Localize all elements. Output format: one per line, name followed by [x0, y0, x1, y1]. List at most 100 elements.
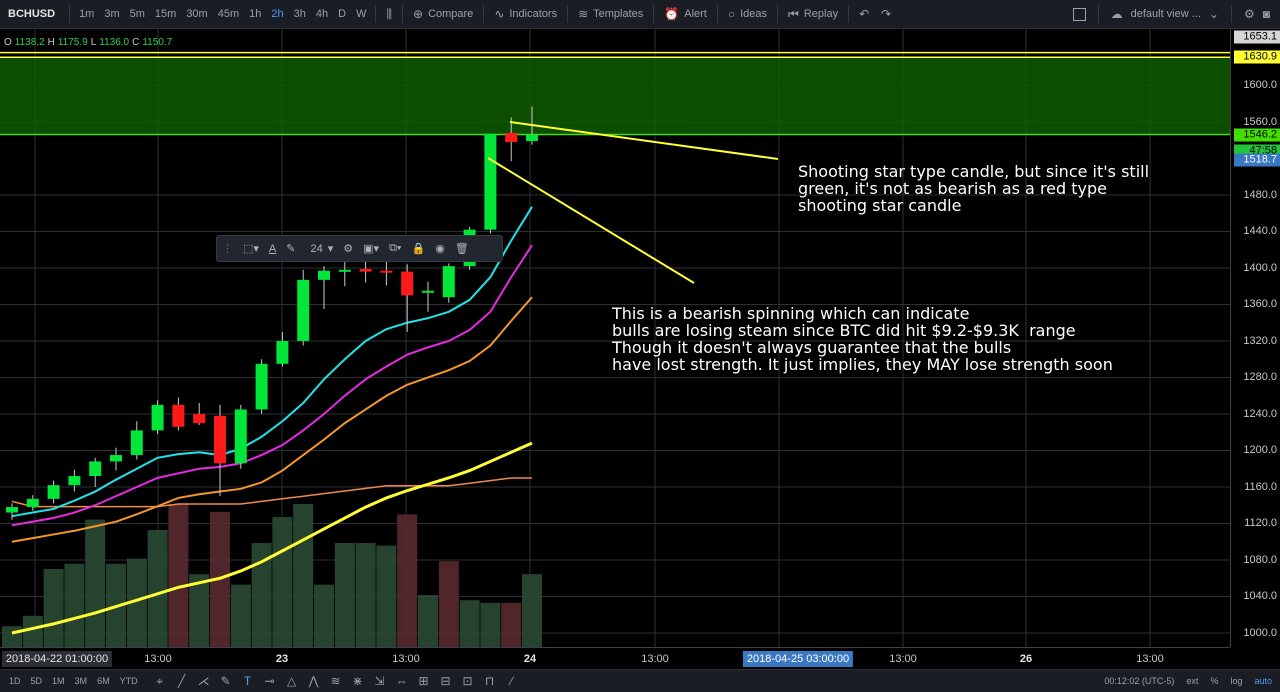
pattern-icon[interactable]: ⊸: [259, 674, 281, 688]
fullscreen-icon[interactable]: [1072, 7, 1086, 21]
range-1m[interactable]: 1M: [47, 676, 70, 686]
templates-button[interactable]: ≋ Templates: [572, 7, 649, 21]
interval-5m[interactable]: 5m: [125, 8, 150, 20]
time-tick-label: 13:00: [889, 653, 917, 665]
annotation-shooting-star[interactable]: Shooting star type candle, but since it'…: [798, 163, 1149, 214]
interval-1h[interactable]: 1h: [244, 8, 266, 20]
interval-2h[interactable]: 2h: [266, 8, 288, 20]
price-axis[interactable]: 1600.0 1560.0 1480.0 1440.0 1400.0 1360.0 1320…: [1230, 29, 1280, 647]
interval-3h[interactable]: 3h: [289, 8, 311, 20]
text-color-icon[interactable]: A: [264, 243, 281, 255]
chevron-down-icon[interactable]: ⌄: [1209, 7, 1219, 21]
trend-line-icon[interactable]: ╱: [171, 674, 193, 688]
chart-style-button[interactable]: ⫼: [380, 7, 398, 22]
symbol-label[interactable]: BCHUSD: [0, 8, 65, 20]
alert-button[interactable]: ⏰ Alert: [658, 7, 713, 21]
redo-button[interactable]: ↷: [875, 7, 897, 21]
cloud-icon[interactable]: ☁: [1111, 7, 1123, 21]
magnet-icon[interactable]: ⊓: [479, 674, 501, 688]
volume-bar: [147, 530, 168, 647]
candle-body: [297, 279, 310, 341]
alert-label: Alert: [684, 8, 707, 20]
elliott-wave-icon[interactable]: ⋀: [303, 674, 325, 688]
volume-bar: [418, 595, 438, 647]
crosshair-icon[interactable]: ⌖: [149, 674, 171, 689]
grid-tool-icon[interactable]: ⊞: [413, 674, 435, 688]
triangle-icon[interactable]: △: [281, 674, 303, 688]
indicators-button[interactable]: ∿ Indicators: [488, 7, 563, 21]
range-5d[interactable]: 5D: [26, 676, 48, 686]
crosshair-time-label: 2018-04-22 01:00:00: [1, 651, 113, 667]
zoom-icon[interactable]: ⊡: [457, 674, 479, 688]
range-3m[interactable]: 3M: [70, 676, 93, 686]
undo-button[interactable]: ↶: [853, 7, 875, 21]
volume-bar: [397, 514, 418, 647]
drag-handle-icon[interactable]: ⋮: [217, 242, 238, 255]
undo-icon: ↶: [859, 7, 870, 21]
time-tick-label: 13:00: [392, 653, 420, 665]
compare-button[interactable]: ⊕ Compare: [407, 7, 479, 21]
ruler-icon[interactable]: ⁄: [501, 674, 523, 688]
extended-hours-toggle[interactable]: ext: [1186, 676, 1198, 686]
price-tick-label: 1080.0: [1243, 553, 1277, 566]
gear-icon[interactable]: ⚙: [1244, 7, 1255, 21]
price-tick-label: 1480.0: [1243, 188, 1277, 201]
price-marker-yellow: 1630.9: [1234, 50, 1280, 64]
price-tick-label: 1320.0: [1243, 334, 1277, 347]
range-ytd[interactable]: YTD: [115, 676, 143, 686]
camera-icon[interactable]: ◙: [1263, 7, 1270, 21]
volume-bar: [501, 602, 522, 647]
auto-scale-toggle[interactable]: auto: [1254, 676, 1272, 686]
volume-ma-line: [11, 477, 532, 508]
gann-icon[interactable]: ⋇: [347, 674, 369, 688]
ma-orange-line: [11, 296, 533, 543]
clock-label[interactable]: 00:12:02 (UTC-5): [1104, 676, 1174, 686]
resistance-zone: [0, 58, 1230, 135]
candle-body: [193, 413, 206, 424]
range-1d[interactable]: 1D: [4, 676, 26, 686]
lock-icon[interactable]: 🔒: [407, 242, 431, 255]
toolbar-divider: [777, 5, 779, 23]
measure-icon[interactable]: ⊟: [435, 674, 457, 688]
replay-button[interactable]: ⏮ Replay: [782, 7, 844, 22]
interval-45m[interactable]: 45m: [213, 8, 244, 20]
interval-15m[interactable]: 15m: [150, 8, 181, 20]
interval-D[interactable]: D: [333, 8, 351, 20]
time-axis[interactable]: 13:00 23 13:00 24 13:00 13:00 26 13:00 2018-04-2…: [0, 647, 1230, 670]
candle-body: [172, 404, 185, 427]
interval-1m[interactable]: 1m: [74, 8, 99, 20]
settings-icon[interactable]: ⚙: [338, 242, 358, 255]
candle-body: [26, 498, 39, 508]
redo-icon: ↷: [881, 7, 892, 21]
layout-select[interactable]: default view ...: [1131, 8, 1201, 20]
range-icon[interactable]: ⇔: [391, 674, 413, 688]
annotation-spinning-top[interactable]: This is a bearish spinning which can ind…: [612, 305, 1113, 373]
fib-icon[interactable]: ≋: [325, 674, 347, 688]
trash-icon[interactable]: 🗑: [450, 242, 474, 255]
toolbar-divider: [69, 5, 71, 23]
pen-color-icon[interactable]: ✎: [281, 242, 300, 255]
font-size-select[interactable]: 24 ▾: [300, 242, 338, 255]
bottom-right: 00:12:02 (UTC-5) ext % log auto: [1104, 676, 1280, 686]
visibility-layers-icon[interactable]: ▣▾: [358, 242, 384, 255]
interval-4h[interactable]: 4h: [311, 8, 333, 20]
log-toggle[interactable]: log: [1230, 676, 1242, 686]
clone-icon[interactable]: ⧉▾: [384, 242, 406, 255]
toolbar-divider: [848, 5, 850, 23]
interval-3m[interactable]: 3m: [99, 8, 124, 20]
forecast-icon[interactable]: ⇲: [369, 674, 391, 688]
line-style-icon[interactable]: ⬚▾: [238, 242, 264, 255]
candle-body: [359, 268, 372, 272]
pitchfork-icon[interactable]: ⋌: [193, 674, 215, 688]
range-6m[interactable]: 6M: [92, 676, 115, 686]
range-time-label: 2018-04-25 03:00:00: [742, 651, 854, 667]
interval-30m[interactable]: 30m: [181, 8, 212, 20]
eye-icon[interactable]: ◉: [430, 242, 450, 255]
text-tool-icon[interactable]: T: [237, 674, 259, 688]
brush-icon[interactable]: ✎: [215, 674, 237, 688]
ideas-button[interactable]: ○ Ideas: [722, 7, 773, 21]
volume-bar: [314, 584, 334, 647]
interval-W[interactable]: W: [351, 8, 371, 20]
percent-toggle[interactable]: %: [1210, 676, 1218, 686]
toolbar-divider: [567, 5, 569, 23]
